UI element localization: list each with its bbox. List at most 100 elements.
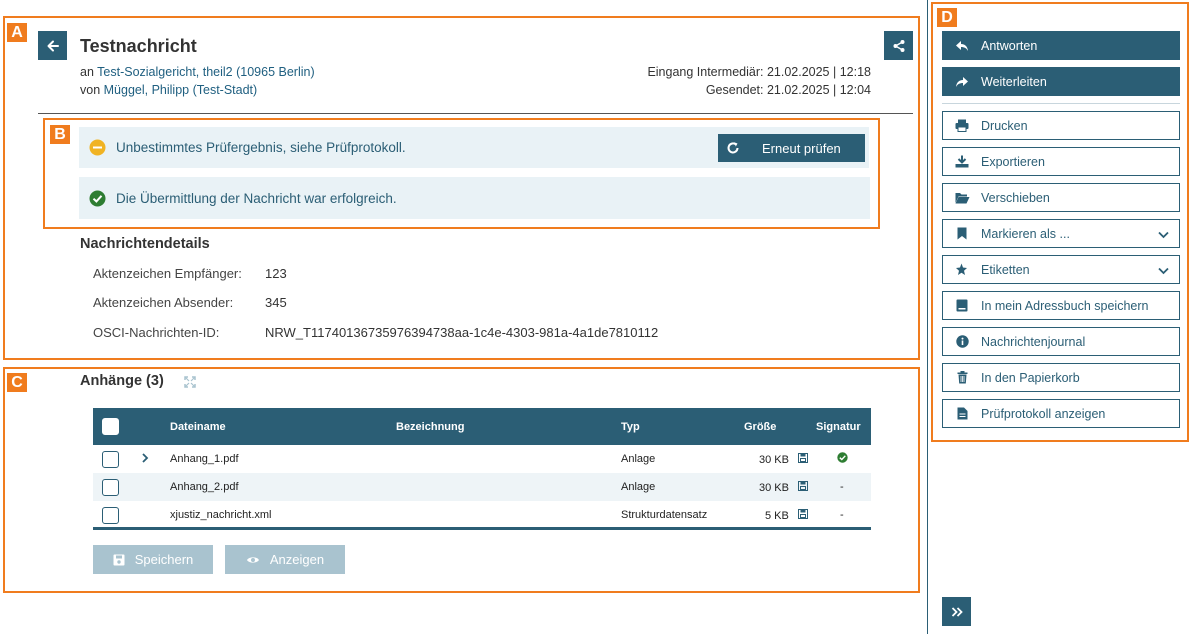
mark-as-dropdown[interactable]: Markieren als ... <box>942 219 1180 248</box>
attachment-type: Anlage <box>621 453 656 465</box>
reply-label: Antworten <box>981 38 1038 53</box>
protocol-label: Prüfprotokoll anzeigen <box>981 406 1106 421</box>
col-type[interactable]: Typ <box>621 408 744 445</box>
col-filename[interactable]: Dateiname <box>170 408 396 445</box>
row-checkbox[interactable] <box>102 450 119 468</box>
expand-icon[interactable] <box>184 375 196 393</box>
recheck-label: Erneut prüfen <box>762 140 841 156</box>
warning-text: Unbestimmtes Prüfergebnis, siehe Prüfpro… <box>116 140 406 155</box>
arrow-left-icon <box>47 40 59 51</box>
save-button[interactable]: Speichern <box>93 545 213 574</box>
region-b-marker: B <box>50 125 70 144</box>
labels-label: Etiketten <box>981 262 1030 277</box>
disk-icon <box>798 480 809 494</box>
details-heading: Nachrichtendetails <box>80 236 210 252</box>
disk-icon <box>798 452 809 466</box>
region-d-marker: D <box>937 8 957 27</box>
header-divider <box>38 113 913 114</box>
sender-prefix: von <box>80 83 101 97</box>
check-circle-icon <box>89 190 106 207</box>
journal-label: Nachrichtenjournal <box>981 334 1086 349</box>
table-row: Anhang_2.pdf Anlage 30 KB - <box>93 473 871 501</box>
table-bottom-rule <box>93 527 871 530</box>
table-row: xjustiz_nachricht.xml Strukturdatensatz … <box>93 501 871 529</box>
export-label: Exportieren <box>981 154 1045 169</box>
select-all-cell <box>93 408 127 445</box>
view-button[interactable]: Anzeigen <box>225 545 345 574</box>
detail-label-recipient-ref: Aktenzeichen Empfänger: <box>93 266 242 281</box>
attachment-size-cell: 30 KB <box>744 445 816 473</box>
eye-icon <box>246 555 260 565</box>
row-checkbox[interactable] <box>102 478 119 496</box>
sender-line: von Müggel, Philipp (Test-Stadt) <box>80 83 257 97</box>
trash-label: In den Papierkorb <box>981 370 1080 385</box>
col-designation[interactable]: Bezeichnung <box>396 408 621 445</box>
sender-link[interactable]: Müggel, Philipp (Test-Stadt) <box>104 83 258 97</box>
move-button[interactable]: Verschieben <box>942 183 1180 212</box>
signature-value: - <box>816 473 871 501</box>
attachments-table: Dateiname Bezeichnung Typ Größe Signatur… <box>93 408 871 529</box>
show-protocol-button[interactable]: Prüfprotokoll anzeigen <box>942 399 1180 428</box>
success-text: Die Übermittlung der Nachricht war erfol… <box>116 190 397 206</box>
signature-valid-cell <box>816 445 871 473</box>
attachment-size: 30 KB <box>759 481 789 494</box>
view-label: Anzeigen <box>269 552 325 567</box>
detail-label-osci-id: OSCI-Nachrichten-ID: <box>93 325 220 340</box>
received-date: Eingang Intermediär: 21.02.2025 | 12:18 <box>647 65 871 79</box>
forward-button[interactable]: Weiterleiten <box>942 67 1180 96</box>
attachment-size: 5 KB <box>765 509 789 522</box>
recipient-line: an Test-Sozialgericht, theil2 (10965 Ber… <box>80 65 315 79</box>
sidebar-divider <box>927 0 928 634</box>
forward-label: Weiterleiten <box>981 74 1047 89</box>
detail-label-sender-ref: Aktenzeichen Absender: <box>93 295 234 310</box>
signature-value: - <box>840 509 844 521</box>
success-notice: Die Übermittlung der Nachricht war erfol… <box>79 177 870 219</box>
chevron-down-icon <box>1158 228 1169 242</box>
printer-icon <box>943 119 981 132</box>
recipient-link[interactable]: Test-Sozialgericht, theil2 (10965 Berlin… <box>97 65 314 79</box>
region-c-marker: C <box>7 373 27 392</box>
detail-value-sender-ref: 345 <box>265 295 287 310</box>
forward-icon <box>943 76 981 88</box>
signature-check-icon <box>837 452 848 466</box>
tags-icon <box>943 263 981 276</box>
move-label: Verschieben <box>981 190 1050 205</box>
message-title: Testnachricht <box>80 36 197 56</box>
attachment-filename[interactable]: xjustiz_nachricht.xml <box>170 501 396 529</box>
message-journal-button[interactable]: Nachrichtenjournal <box>942 327 1180 356</box>
chevron-right-icon[interactable] <box>141 452 149 466</box>
export-button[interactable]: Exportieren <box>942 147 1180 176</box>
folder-open-icon <box>943 192 981 204</box>
col-signature[interactable]: Signatur <box>816 408 871 445</box>
attachment-filename-link[interactable]: Anhang_2.pdf <box>170 473 396 501</box>
attachment-filename-link[interactable]: Anhang_1.pdf <box>170 445 396 473</box>
attachment-size-cell: 5 KB <box>744 501 816 529</box>
address-book-icon <box>943 299 981 312</box>
warning-icon <box>89 139 106 156</box>
reply-icon <box>943 40 981 52</box>
save-to-address-book-button[interactable]: In mein Adressbuch speichern <box>942 291 1180 320</box>
attachment-type: Strukturdatensatz <box>621 509 708 521</box>
table-row: Anhang_1.pdf Anlage 30 KB <box>93 445 871 473</box>
labels-dropdown[interactable]: Etiketten <box>942 255 1180 284</box>
select-all-checkbox[interactable] <box>102 418 119 435</box>
download-icon <box>943 155 981 168</box>
back-button[interactable] <box>38 31 67 60</box>
attachments-heading: Anhänge (3) <box>80 373 164 389</box>
col-size[interactable]: Größe <box>744 408 816 445</box>
chevron-down-icon <box>1158 264 1169 278</box>
move-to-trash-button[interactable]: In den Papierkorb <box>942 363 1180 392</box>
reply-button[interactable]: Antworten <box>942 31 1180 60</box>
address-book-label: In mein Adressbuch speichern <box>981 298 1149 313</box>
recheck-button[interactable]: Erneut prüfen <box>718 134 865 162</box>
file-text-icon <box>943 407 981 420</box>
row-checkbox[interactable] <box>102 506 119 524</box>
print-button[interactable]: Drucken <box>942 111 1180 140</box>
detail-value-osci-id: NRW_T11740136735976394738aa-1c4e-4303-98… <box>265 325 659 340</box>
trash-icon <box>943 371 981 384</box>
collapse-sidebar-button[interactable] <box>942 597 971 626</box>
share-button[interactable] <box>884 31 913 60</box>
bookmark-icon <box>943 227 981 240</box>
save-label: Speichern <box>134 552 194 567</box>
disk-icon <box>797 508 808 522</box>
